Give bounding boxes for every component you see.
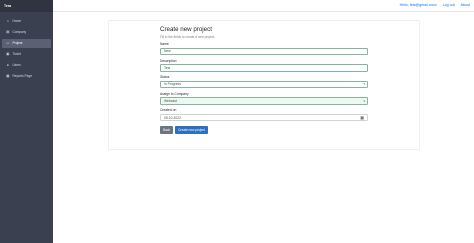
- status-select[interactable]: In Progress ▾: [160, 80, 368, 89]
- sidebar: Tera ⌂ Home ▤ Company ▭ Project ▣ Ticket…: [0, 0, 53, 243]
- sidebar-item-label: Users: [12, 63, 21, 68]
- created-value: 05-10-2022: [164, 115, 181, 120]
- building-icon: ▤: [6, 29, 10, 34]
- user-greeting-link[interactable]: Hello, test@gmail.com!: [400, 3, 437, 7]
- description-label: Description: [160, 58, 177, 63]
- company-select[interactable]: Webcast ▾: [160, 97, 368, 105]
- sidebar-item-label: Company: [12, 30, 27, 35]
- description-value: Test: [164, 65, 171, 70]
- name-input[interactable]: New: [160, 47, 368, 56]
- sidebar-nav: ⌂ Home ▤ Company ▭ Project ▣ Ticket ● Us…: [0, 12, 53, 81]
- about-link[interactable]: About: [461, 3, 470, 7]
- sidebar-item-label: Ticket: [12, 52, 21, 57]
- create-project-button[interactable]: Create new project: [175, 126, 208, 134]
- home-icon: ⌂: [6, 18, 9, 23]
- name-value: New: [164, 49, 171, 54]
- status-value: In Progress: [164, 82, 181, 87]
- folder-icon: ▭: [6, 40, 10, 45]
- sidebar-item-ticket[interactable]: ▣ Ticket: [2, 50, 51, 60]
- sidebar-item-project[interactable]: ▭ Project: [2, 38, 51, 48]
- company-label: Assign to Company: [160, 91, 189, 96]
- chevron-down-icon: ▾: [363, 82, 365, 87]
- sidebar-item-company[interactable]: ▤ Company: [2, 28, 51, 38]
- form-actions: Back Create new project: [160, 126, 370, 134]
- sidebar-item-label: Reports Page: [12, 74, 33, 79]
- sidebar-item-reports[interactable]: ▦ Reports Page: [2, 72, 51, 82]
- created-date-input[interactable]: 05-10-2022 ▦: [160, 113, 368, 122]
- created-label: Created on: [160, 108, 177, 113]
- sidebar-item-users[interactable]: ● Users: [2, 61, 51, 71]
- top-links: Hello, test@gmail.com! Log out About: [400, 3, 470, 7]
- report-icon: ▦: [6, 73, 10, 78]
- back-button[interactable]: Back: [160, 126, 173, 134]
- description-input[interactable]: Test: [160, 64, 368, 72]
- company-value: Webcast: [164, 99, 177, 104]
- sidebar-item-label: Home: [12, 19, 22, 24]
- ticket-icon: ▣: [6, 51, 10, 56]
- sidebar-item-label: Project: [12, 41, 23, 46]
- top-navbar: Hello, test@gmail.com! Log out About: [53, 0, 474, 12]
- users-icon: ●: [6, 62, 9, 67]
- sidebar-item-home[interactable]: ⌂ Home: [2, 17, 51, 27]
- chevron-down-icon: ▾: [363, 99, 365, 104]
- page-title: Create new project: [160, 26, 212, 33]
- brand-logo[interactable]: Tera: [0, 0, 53, 12]
- logout-link[interactable]: Log out: [443, 3, 455, 7]
- page-subtitle: Fill in the fields to create a new proje…: [160, 35, 216, 39]
- calendar-icon[interactable]: ▦: [360, 115, 364, 120]
- create-project-form: Create new project Fill in the fields to…: [160, 26, 370, 134]
- name-label: Name: [160, 42, 169, 46]
- status-label: Status: [160, 75, 170, 80]
